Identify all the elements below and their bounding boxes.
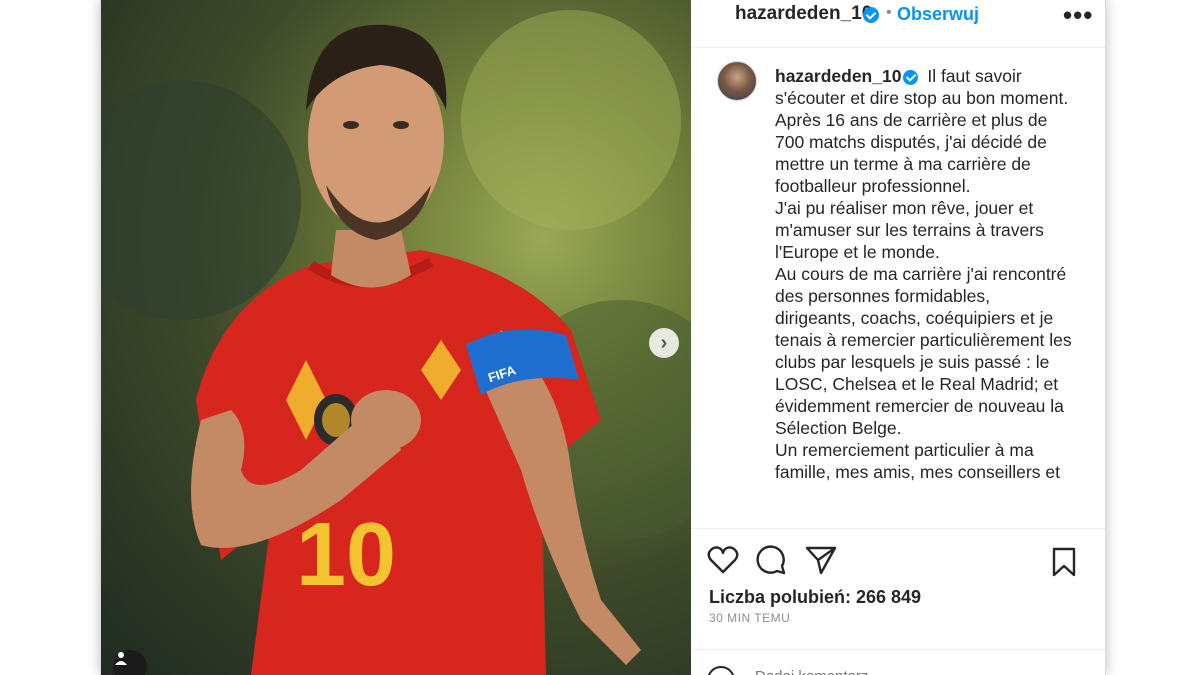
- caption-line: J'ai pu réaliser mon rêve, jouer et m'am…: [775, 198, 1044, 262]
- post-photo[interactable]: 10 FIFA ›: [101, 0, 691, 675]
- chevron-right-icon: ›: [660, 331, 668, 354]
- post-actions: Liczba polubień: 266 849 30 MIN TEMU: [691, 528, 1105, 675]
- player-illustration: 10 FIFA: [101, 10, 691, 675]
- more-icon[interactable]: •••: [1063, 0, 1093, 31]
- caption-line: Au cours de ma carrière j'ai rencontré d…: [775, 264, 1072, 438]
- comment-icon[interactable]: [755, 544, 787, 576]
- comment-input[interactable]: [755, 668, 1055, 675]
- caption-username[interactable]: hazardeden_10: [775, 66, 901, 86]
- comment-row: [691, 649, 1105, 675]
- bookmark-icon[interactable]: [1051, 547, 1077, 577]
- heart-icon[interactable]: [707, 545, 739, 575]
- svg-text:10: 10: [296, 505, 396, 605]
- separator-dot: •: [886, 4, 892, 21]
- post-card: 10 FIFA › hazardeden_10 • Obserwuj ••• h…: [100, 0, 1106, 675]
- header-username[interactable]: hazardeden_10: [735, 3, 872, 25]
- user-tag-icon: [115, 652, 127, 665]
- share-icon[interactable]: [805, 545, 837, 575]
- post-header: hazardeden_10 • Obserwuj •••: [691, 0, 1105, 48]
- caption-line: hazardeden_10 Il faut savoir s'écouter e…: [775, 65, 1075, 109]
- emoji-icon[interactable]: [707, 666, 735, 675]
- likes-count[interactable]: Liczba polubień: 266 849: [709, 587, 921, 608]
- next-photo-button[interactable]: ›: [649, 328, 679, 358]
- verified-icon: [863, 7, 879, 23]
- follow-button[interactable]: Obserwuj: [897, 4, 979, 25]
- caption-line: Un remerciement particulier à ma famille…: [775, 440, 1060, 482]
- caption-area: hazardeden_10 Il faut savoir s'écouter e…: [691, 49, 1105, 529]
- post-side-panel: hazardeden_10 • Obserwuj ••• hazardeden_…: [691, 0, 1105, 675]
- verified-icon: [903, 69, 919, 85]
- post-timestamp: 30 MIN TEMU: [709, 611, 791, 625]
- caption-line: Après 16 ans de carrière et plus de 700 …: [775, 110, 1048, 196]
- post-caption: hazardeden_10 Il faut savoir s'écouter e…: [775, 65, 1075, 483]
- avatar[interactable]: [717, 61, 757, 101]
